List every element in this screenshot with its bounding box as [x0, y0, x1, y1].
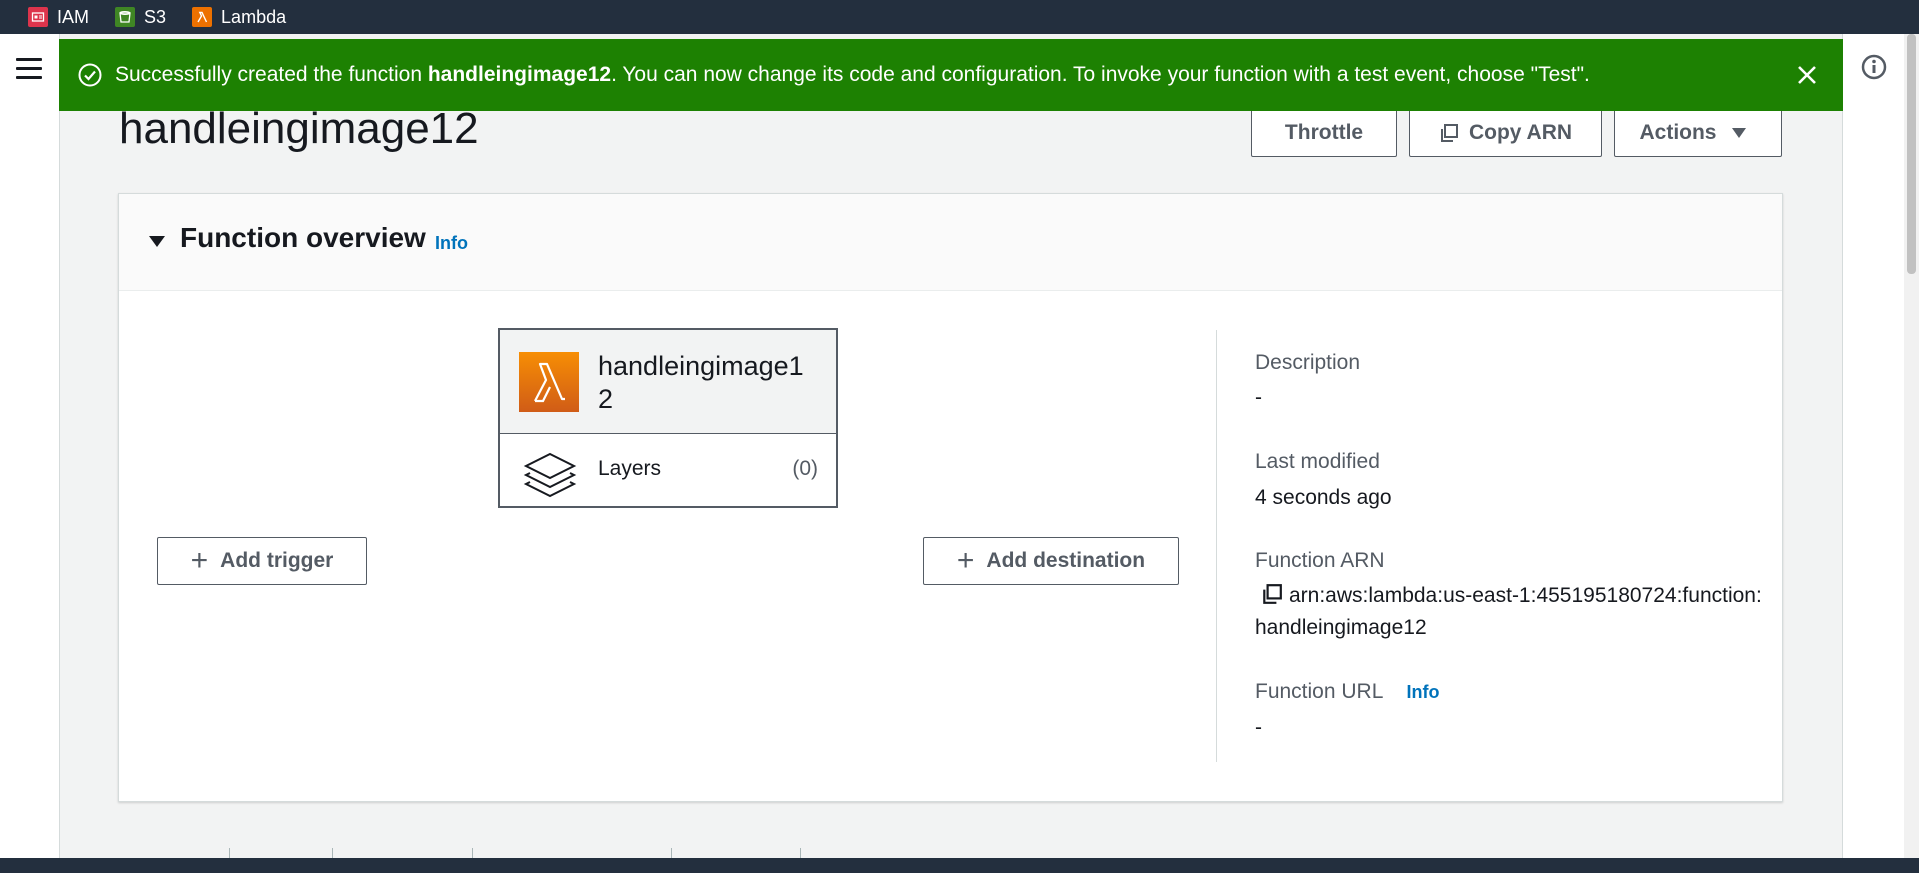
bottom-tabs-strip — [59, 848, 1843, 858]
scrollbar-thumb[interactable] — [1907, 34, 1916, 274]
function-card[interactable]: handleingimage12 Layers (0) — [498, 328, 838, 508]
flash-suffix: . You can now change its code and config… — [611, 63, 1590, 86]
actions-dropdown-button[interactable]: Actions — [1614, 109, 1782, 157]
plus-icon: + — [956, 544, 975, 577]
function-url-label-text: Function URL — [1255, 680, 1383, 703]
s3-icon — [115, 7, 136, 27]
copy-arn-button[interactable]: Copy ARN — [1409, 109, 1602, 157]
function-arn-value: arn:aws:lambda:us-east-1:455195180724:fu… — [1255, 580, 1765, 644]
function-url-info-link[interactable]: Info — [1406, 682, 1439, 702]
function-arn-text: arn:aws:lambda:us-east-1:455195180724:fu… — [1255, 584, 1762, 639]
success-check-icon — [78, 63, 102, 87]
function-overview-panel: Function overview Info handleingimage12 … — [118, 193, 1783, 802]
favorite-iam[interactable]: IAM — [28, 7, 89, 28]
function-overview-header: Function overview Info — [119, 194, 1782, 291]
flash-message: Successfully created the function handle… — [115, 63, 1590, 87]
description-value: - — [1255, 386, 1262, 409]
layers-row[interactable]: Layers (0) — [500, 434, 836, 508]
add-trigger-button[interactable]: + Add trigger — [157, 537, 367, 585]
close-icon[interactable] — [1793, 61, 1821, 89]
lambda-icon — [519, 352, 579, 412]
copy-icon — [1440, 124, 1458, 142]
left-nav-panel — [0, 34, 60, 858]
add-trigger-label: Add trigger — [220, 549, 334, 572]
lambda-icon — [192, 7, 213, 27]
favorite-s3-label: S3 — [144, 6, 167, 27]
add-destination-label: Add destination — [986, 549, 1146, 572]
description-label: Description — [1255, 351, 1361, 374]
function-overview-info-link[interactable]: Info — [435, 233, 468, 254]
flash-function-name: handleingimage12 — [427, 63, 612, 86]
page-title: handleingimage12 — [119, 104, 479, 153]
menu-icon[interactable] — [16, 58, 42, 80]
collapse-caret-icon[interactable] — [149, 236, 165, 247]
last-modified-label: Last modified — [1255, 450, 1380, 473]
info-circle-icon[interactable] — [1860, 53, 1888, 81]
function-url-label: Function URL Info — [1255, 680, 1439, 704]
actions-button-label: Actions — [1639, 121, 1717, 144]
layers-count: (0) — [792, 457, 818, 480]
vertical-divider — [1216, 330, 1217, 762]
last-modified-value: 4 seconds ago — [1255, 486, 1392, 509]
throttle-button[interactable]: Throttle — [1251, 109, 1397, 157]
layers-label: Layers — [598, 457, 662, 480]
flash-prefix: Successfully created the function — [115, 63, 428, 86]
caret-down-icon — [1731, 128, 1746, 138]
favorite-lambda-label: Lambda — [221, 6, 287, 27]
function-arn-label: Function ARN — [1255, 549, 1385, 572]
favorite-lambda[interactable]: Lambda — [192, 7, 286, 28]
iam-icon — [28, 7, 48, 27]
copy-arn-button-label: Copy ARN — [1468, 121, 1573, 144]
favorites-bar: IAM S3 Lambda — [0, 0, 1919, 34]
throttle-button-label: Throttle — [1284, 121, 1364, 144]
success-flash-banner: Successfully created the function handle… — [59, 39, 1843, 111]
function-card-name: handleingimage12 — [598, 351, 804, 414]
tools-panel — [1842, 34, 1904, 858]
vertical-scrollbar[interactable] — [1904, 34, 1919, 858]
function-overview-title: Function overview — [180, 222, 426, 253]
favorite-iam-label: IAM — [57, 6, 90, 27]
favorite-s3[interactable]: S3 — [115, 7, 166, 28]
copy-icon[interactable] — [1261, 583, 1283, 605]
add-destination-button[interactable]: + Add destination — [923, 537, 1179, 585]
function-url-value: - — [1255, 716, 1262, 739]
plus-icon: + — [190, 544, 209, 577]
layers-icon — [523, 452, 577, 498]
bottom-status-bar — [0, 858, 1919, 873]
function-card-header[interactable]: handleingimage12 — [500, 330, 836, 434]
